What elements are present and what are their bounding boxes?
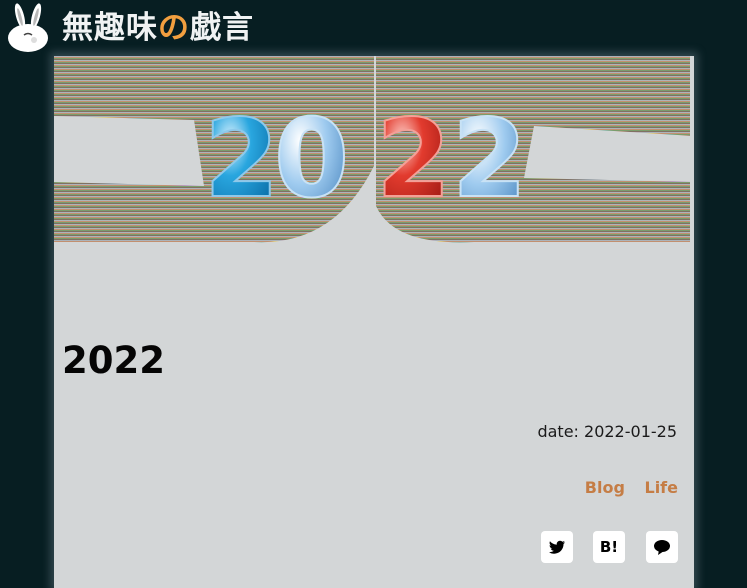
hatena-bookmark-icon: B! [599,538,619,556]
post-title: 2022 [62,339,165,382]
svg-text:2: 2 [376,97,451,222]
site-title[interactable]: 無趣味の戯言 [62,6,254,50]
site-title-main: 無趣味 [62,10,158,46]
site-title-accent: の [158,10,190,46]
category-link-life[interactable]: Life [645,478,679,497]
svg-text:0: 0 [274,97,349,222]
svg-text:2: 2 [204,97,279,222]
svg-text:2: 2 [452,97,527,222]
post-date: date: 2022-01-25 [537,422,677,441]
twitter-share-button[interactable] [541,531,573,563]
hero-image: 2 0 2 2 [54,56,694,243]
category-link-blog[interactable]: Blog [585,478,625,497]
date-value: 2022-01-25 [584,422,677,441]
rabbit-icon[interactable] [4,2,52,54]
line-chat-icon [654,540,670,555]
site-header: 無趣味の戯言 [0,0,747,56]
date-label: date: [537,422,579,441]
article-card: 2 0 2 2 2022 date: 2022-01-25 Blog Life … [54,56,694,588]
line-share-button[interactable] [646,531,678,563]
site-title-end: 戯言 [190,10,254,46]
twitter-icon [549,540,565,554]
hatena-bookmark-button[interactable]: B! [593,531,625,563]
category-list: Blog Life [571,478,678,497]
